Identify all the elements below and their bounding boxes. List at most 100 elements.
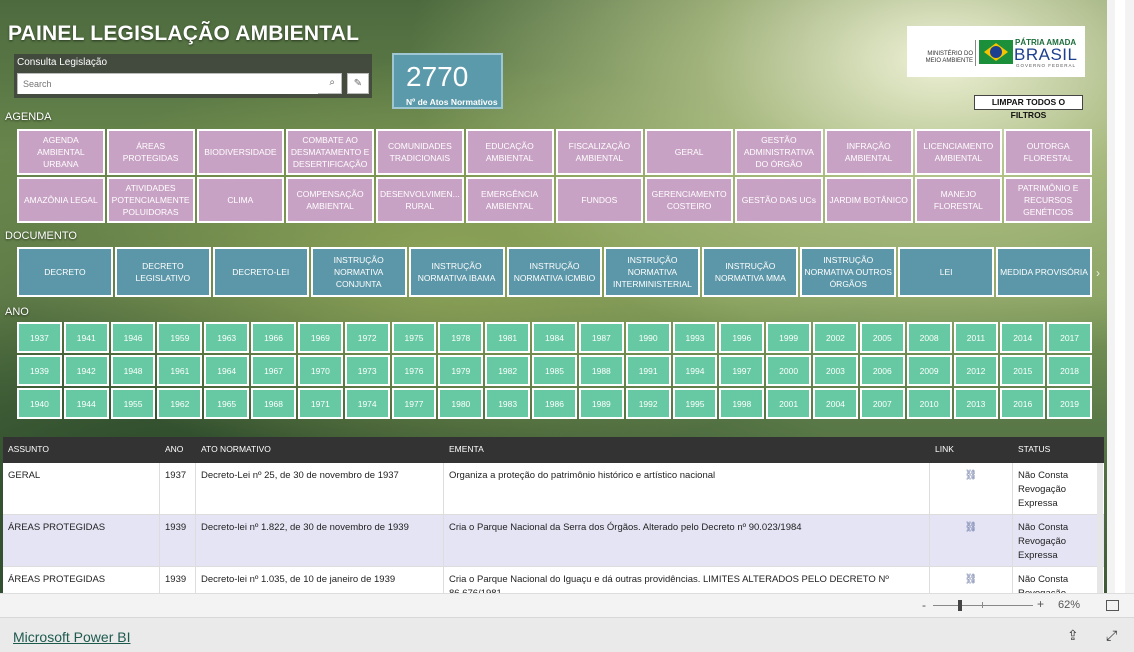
ano-tile[interactable]: 2011 <box>953 322 999 353</box>
agenda-tile[interactable]: FUNDOS <box>555 177 644 223</box>
column-header[interactable]: STATUS <box>1013 437 1104 463</box>
ano-tile[interactable]: 1939 <box>17 355 62 386</box>
ano-tile[interactable]: 2003 <box>813 355 858 386</box>
column-header[interactable]: ASSUNTO <box>3 437 160 463</box>
agenda-tile[interactable]: CLIMA <box>196 177 285 223</box>
ano-tile[interactable]: 1998 <box>719 388 765 419</box>
agenda-tile[interactable]: OUTORGA FLORESTAL <box>1004 129 1092 175</box>
link-icon[interactable]: ⛓ <box>930 567 1013 593</box>
ano-tile[interactable]: 1955 <box>110 388 156 419</box>
ano-tile[interactable]: 2009 <box>906 355 952 386</box>
agenda-tile[interactable]: ATIVIDADES POTENCIALMENTE POLUIDORAS <box>106 177 195 223</box>
ano-tile[interactable]: 1976 <box>391 355 437 386</box>
documento-tile[interactable]: INSTRUÇÃO NORMATIVA ICMBIO <box>506 247 603 297</box>
agenda-tile[interactable]: ÁREAS PROTEGIDAS <box>106 129 195 175</box>
ano-tile[interactable]: 1984 <box>532 322 577 353</box>
page-scrollbar[interactable] <box>1107 0 1134 593</box>
ano-tile[interactable]: 2019 <box>1047 388 1092 419</box>
agenda-tile[interactable]: EDUCAÇÃO AMBIENTAL <box>465 129 554 175</box>
agenda-tile[interactable]: DESENVOLVIMEN... RURAL <box>376 177 464 223</box>
link-icon[interactable]: ⛓ <box>930 515 1013 569</box>
share-icon[interactable]: ⇪ <box>1067 627 1079 644</box>
link-icon[interactable]: ⛓ <box>930 463 1013 517</box>
documento-tile[interactable]: DECRETO LEGISLATIVO <box>114 247 211 297</box>
ano-tile[interactable]: 1972 <box>344 322 390 353</box>
table-row[interactable]: ÁREAS PROTEGIDAS 1939 Decreto-lei nº 1.822… <box>3 515 1104 569</box>
documento-tile[interactable]: INSTRUÇÃO NORMATIVA INTERMINISTERIAL <box>604 247 701 297</box>
ano-tile[interactable]: 1990 <box>625 322 671 353</box>
ano-tile[interactable]: 1999 <box>766 322 812 353</box>
ano-tile[interactable]: 1974 <box>344 388 390 419</box>
ano-tile[interactable]: 1959 <box>157 322 203 353</box>
ano-tile[interactable]: 1982 <box>485 355 531 386</box>
agenda-tile[interactable]: GERENCIAMENTO COSTEIRO <box>645 177 733 223</box>
search-icon[interactable]: ⌕ <box>329 77 335 88</box>
ano-tile[interactable]: 2015 <box>1000 355 1046 386</box>
ano-tile[interactable]: 1966 <box>251 322 296 353</box>
ano-tile[interactable]: 1942 <box>63 355 109 386</box>
ano-tile[interactable]: 1993 <box>672 322 718 353</box>
ano-tile[interactable]: 1978 <box>438 322 484 353</box>
ano-tile[interactable]: 2006 <box>859 355 905 386</box>
ano-tile[interactable]: 1948 <box>110 355 156 386</box>
ano-tile[interactable]: 2014 <box>1000 322 1046 353</box>
agenda-tile[interactable]: COMPENSAÇÃO AMBIENTAL <box>286 177 374 223</box>
ano-tile[interactable]: 1970 <box>297 355 343 386</box>
power-bi-link[interactable]: Microsoft Power BI <box>13 629 130 645</box>
ano-tile[interactable]: 1992 <box>625 388 671 419</box>
agenda-tile[interactable]: PATRIMÔNIO E RECURSOS GENÉTICOS <box>1004 177 1092 223</box>
search-box[interactable]: ⌕ <box>17 73 342 94</box>
ano-tile[interactable]: 1967 <box>251 355 296 386</box>
ano-tile[interactable]: 1946 <box>110 322 156 353</box>
ano-tile[interactable]: 1971 <box>297 388 343 419</box>
column-header[interactable]: ATO NORMATIVO <box>196 437 444 463</box>
ano-tile[interactable]: 1995 <box>672 388 718 419</box>
agenda-tile[interactable]: LICENCIAMENTO AMBIENTAL <box>914 129 1003 175</box>
zoom-in-button[interactable]: + <box>1037 597 1044 611</box>
ano-tile[interactable]: 2004 <box>813 388 858 419</box>
ano-tile[interactable]: 1963 <box>204 322 250 353</box>
ano-tile[interactable]: 1986 <box>532 388 577 419</box>
documento-tile[interactable]: DECRETO <box>17 247 113 297</box>
ano-tile[interactable]: 2010 <box>906 388 952 419</box>
documento-tile[interactable]: INSTRUÇÃO NORMATIVA IBAMA <box>408 247 505 297</box>
ano-tile[interactable]: 1977 <box>391 388 437 419</box>
ano-tile[interactable]: 2016 <box>1000 388 1046 419</box>
agenda-tile[interactable]: GESTÃO ADMINISTRATIVA DO ÓRGÃO <box>735 129 823 175</box>
ano-tile[interactable]: 2001 <box>766 388 812 419</box>
ano-tile[interactable]: 1988 <box>578 355 624 386</box>
ano-tile[interactable]: 1940 <box>17 388 62 419</box>
ano-tile[interactable]: 1987 <box>578 322 624 353</box>
agenda-tile[interactable]: COMBATE AO DESMATAMENTO E DESERTIFICAÇÃO <box>286 129 374 175</box>
agenda-tile[interactable]: AGENDA AMBIENTAL URBANA <box>17 129 105 175</box>
ano-tile[interactable]: 1979 <box>438 355 484 386</box>
ano-tile[interactable]: 2012 <box>953 355 999 386</box>
ano-tile[interactable]: 2002 <box>813 322 858 353</box>
column-header[interactable]: EMENTA <box>444 437 930 463</box>
clear-filters-button[interactable]: LIMPAR TODOS O FILTROS <box>974 95 1083 120</box>
agenda-tile[interactable]: AMAZÔNIA LEGAL <box>17 177 105 223</box>
agenda-tile[interactable]: FISCALIZAÇÃO AMBIENTAL <box>555 129 644 175</box>
chevron-right-icon[interactable]: › <box>1096 266 1100 280</box>
ano-tile[interactable]: 1941 <box>63 322 109 353</box>
documento-tile[interactable]: DECRETO-LEI <box>212 247 309 297</box>
ano-tile[interactable]: 1962 <box>157 388 203 419</box>
agenda-tile[interactable]: JARDIM BOTÂNICO <box>824 177 913 223</box>
ano-tile[interactable]: 2017 <box>1047 322 1092 353</box>
ano-tile[interactable]: 1994 <box>672 355 718 386</box>
ano-tile[interactable]: 1969 <box>297 322 343 353</box>
documento-tile[interactable]: LEI <box>898 247 995 297</box>
fullscreen-icon[interactable]: ⤢ <box>1106 627 1117 644</box>
agenda-tile[interactable]: INFRAÇÃO AMBIENTAL <box>824 129 913 175</box>
fit-to-page-icon[interactable] <box>1106 600 1119 611</box>
documento-tile[interactable]: INSTRUÇÃO NORMATIVA MMA <box>702 247 799 297</box>
ano-tile[interactable]: 2005 <box>859 322 905 353</box>
ano-tile[interactable]: 1973 <box>344 355 390 386</box>
ano-tile[interactable]: 1965 <box>204 388 250 419</box>
table-row[interactable]: GERAL 1937 Decreto-Lei nº 25, de 30 de nov… <box>3 463 1104 517</box>
table-row[interactable]: ÁREAS PROTEGIDAS 1939 Decreto-lei nº 1.035… <box>3 567 1104 593</box>
ano-tile[interactable]: 1981 <box>485 322 531 353</box>
documento-tile[interactable]: MEDIDA PROVISÓRIA <box>996 247 1092 297</box>
ano-tile[interactable]: 1968 <box>251 388 296 419</box>
table-scrollbar[interactable] <box>1097 463 1103 593</box>
